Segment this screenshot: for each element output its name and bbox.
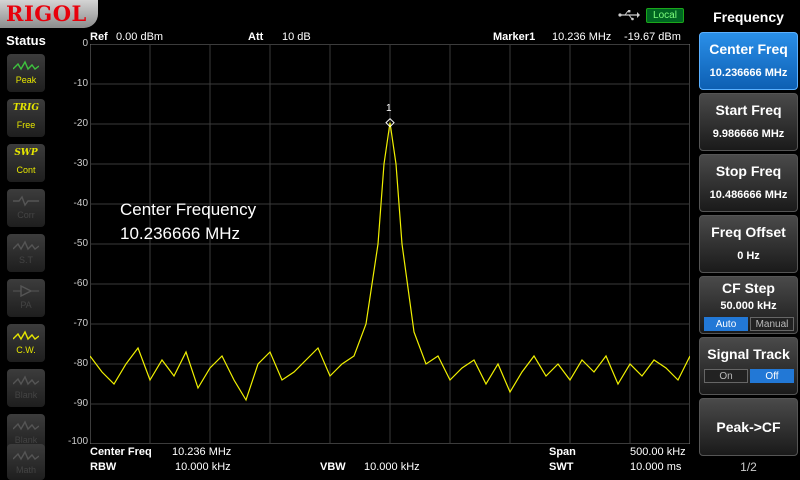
blank-wave-icon <box>13 420 39 431</box>
signal-track-on-toggle[interactable]: On <box>704 369 748 383</box>
peak-wave-icon <box>13 60 39 71</box>
status-math[interactable]: Math <box>7 444 45 480</box>
span-label: Span <box>549 446 576 458</box>
y-tick-label: -30 <box>73 158 88 169</box>
y-tick-label: -80 <box>73 358 88 369</box>
ref-label: Ref <box>90 31 108 43</box>
ref-value: 0.00 dBm <box>116 31 164 43</box>
vbw-label: VBW <box>320 461 346 473</box>
status-corr[interactable]: Corr <box>7 189 45 227</box>
peak-to-cf-button-label: Peak->CF <box>716 419 781 435</box>
stop-freq-button-label: Stop Freq <box>715 163 782 179</box>
status-sweep-tag: SWP <box>14 148 38 158</box>
signal-track-off-toggle[interactable]: Off <box>750 369 794 383</box>
freq-offset-button-value: 0 Hz <box>737 250 760 262</box>
y-tick-label: -40 <box>73 198 88 209</box>
status-st-label: S.T <box>18 255 33 265</box>
menu-page-indicator: 1/2 <box>740 460 757 474</box>
status-sweep-label: Cont <box>16 165 36 175</box>
swt-label: SWT <box>549 461 574 473</box>
status-sweep[interactable]: SWP Cont <box>7 144 45 182</box>
rbw-value: 10.000 kHz <box>175 461 231 473</box>
peak-to-cf-button[interactable]: Peak->CF <box>699 398 798 456</box>
sweep-time-icon <box>13 240 39 251</box>
status-blank-1[interactable]: Blank <box>7 369 45 407</box>
brand-logo: RIGOL <box>6 1 87 26</box>
center-freq-button-label: Center Freq <box>709 41 788 57</box>
top-bar: RIGOL Local <box>0 0 697 30</box>
status-st[interactable]: S.T <box>7 234 45 272</box>
plot-footer: Center Freq 10.236 MHz Span 500.00 kHz R… <box>90 446 690 480</box>
status-peak-label: Peak <box>15 75 37 85</box>
start-freq-button-value: 9.986666 MHz <box>712 128 785 140</box>
y-tick-label: -70 <box>73 318 88 329</box>
logo-plate: RIGOL <box>0 0 98 28</box>
cw-wave-icon <box>13 330 39 341</box>
freq-offset-button[interactable]: Freq Offset 0 Hz <box>699 215 798 273</box>
y-tick-label: 0 <box>82 38 88 49</box>
y-tick-label: -60 <box>73 278 88 289</box>
cf-step-auto-toggle[interactable]: Auto <box>704 317 748 331</box>
att-value: 10 dB <box>282 31 311 43</box>
menu-title: Frequency <box>713 9 784 25</box>
status-pa[interactable]: PA <box>7 279 45 317</box>
marker-freq: 10.236 MHz <box>552 31 612 43</box>
overlay-line-1: Center Frequency <box>120 200 257 219</box>
y-tick-label: -100 <box>67 436 88 447</box>
marker-label: Marker1 <box>493 31 536 43</box>
status-cw[interactable]: C.W. <box>7 324 45 362</box>
frequency-menu: Frequency Center Freq 10.236666 MHz Star… <box>697 0 800 480</box>
att-label: Att <box>248 31 264 43</box>
remote-status-badge: Local <box>646 8 684 23</box>
status-math-label: Math <box>15 465 36 475</box>
status-title: Status <box>6 33 46 48</box>
stop-freq-button-value: 10.486666 MHz <box>709 189 788 201</box>
status-corr-label: Corr <box>17 210 35 220</box>
cf-step-button[interactable]: CF Step 50.000 kHz Auto Manual <box>699 276 798 334</box>
span-value: 500.00 kHz <box>630 446 686 458</box>
status-trig[interactable]: TRIG Free <box>7 99 45 137</box>
freq-offset-button-label: Freq Offset <box>711 224 786 240</box>
status-peak[interactable]: Peak <box>7 54 45 92</box>
status-panel: Status Peak TRIG Free SWP Cont Corr S.T … <box>0 30 52 480</box>
y-tick-label: -10 <box>73 78 88 89</box>
status-cw-label: C.W. <box>16 345 36 355</box>
center-freq-button[interactable]: Center Freq 10.236666 MHz <box>699 32 798 90</box>
signal-track-button[interactable]: Signal Track On Off <box>699 337 798 395</box>
marker-number: 1 <box>386 103 392 114</box>
center-freq-overlay: Center Frequency 10.236666 MHz <box>120 198 256 246</box>
math-wave-icon <box>13 450 39 461</box>
status-trig-tag: TRIG <box>12 103 40 113</box>
status-pa-label: PA <box>20 300 32 310</box>
signal-track-button-label: Signal Track <box>707 346 790 362</box>
status-trig-label: Free <box>16 120 36 130</box>
center-freq-label: Center Freq <box>90 446 152 458</box>
center-freq-button-value: 10.236666 MHz <box>709 67 788 79</box>
y-tick-label: -20 <box>73 118 88 129</box>
stop-freq-button[interactable]: Stop Freq 10.486666 MHz <box>699 154 798 212</box>
cf-step-button-value: 50.000 kHz <box>720 300 777 312</box>
marker-ampl: -19.67 dBm <box>624 31 681 43</box>
usb-icon <box>618 10 640 21</box>
cf-step-manual-toggle[interactable]: Manual <box>750 317 794 331</box>
preamp-icon <box>13 285 39 297</box>
y-tick-label: -90 <box>73 398 88 409</box>
start-freq-button[interactable]: Start Freq 9.986666 MHz <box>699 93 798 151</box>
overlay-line-2: 10.236666 MHz <box>120 224 241 243</box>
center-freq-value: 10.236 MHz <box>172 446 232 458</box>
vbw-value: 10.000 kHz <box>364 461 420 473</box>
correction-icon <box>13 195 39 207</box>
blank-wave-icon <box>13 375 39 386</box>
status-blank-1-label: Blank <box>14 390 38 400</box>
swt-value: 10.000 ms <box>630 461 682 473</box>
cf-step-button-label: CF Step <box>722 280 775 296</box>
rbw-label: RBW <box>90 461 117 473</box>
start-freq-button-label: Start Freq <box>715 102 782 118</box>
y-tick-label: -50 <box>73 238 88 249</box>
